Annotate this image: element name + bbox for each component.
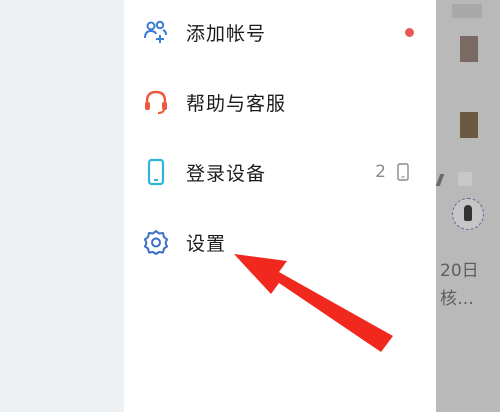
notification-dot xyxy=(405,27,414,37)
thumbnail xyxy=(452,4,482,18)
menu-item-add-account[interactable]: 添加帐号 xyxy=(124,2,436,62)
thumbnail xyxy=(460,36,478,62)
left-background-strip xyxy=(0,0,124,412)
menu-item-label: 登录设备 xyxy=(186,162,267,185)
side-drawer: 添加帐号 帮助与客服 登录设备 2 设置 xyxy=(124,0,436,412)
menu-item-label: 添加帐号 xyxy=(186,22,267,45)
avatar xyxy=(452,198,484,230)
device-mini-icon xyxy=(394,163,412,181)
add-users-icon xyxy=(142,18,170,46)
device-count: 2 xyxy=(375,162,386,182)
menu-item-label: 设置 xyxy=(186,232,227,255)
headset-icon xyxy=(142,88,170,116)
phone-icon xyxy=(142,158,170,186)
menu-item-help[interactable]: 帮助与客服 xyxy=(124,72,436,132)
background-snippet-text: 核… xyxy=(440,289,474,309)
thumbnail xyxy=(460,112,478,138)
menu-item-settings[interactable]: 设置 xyxy=(124,212,436,272)
menu-item-label: 帮助与客服 xyxy=(186,92,287,115)
thumbnail xyxy=(458,172,472,186)
menu-item-login-devices[interactable]: 登录设备 2 xyxy=(124,142,436,202)
gear-icon xyxy=(142,228,170,256)
background-date-text: 20日 xyxy=(440,261,479,281)
